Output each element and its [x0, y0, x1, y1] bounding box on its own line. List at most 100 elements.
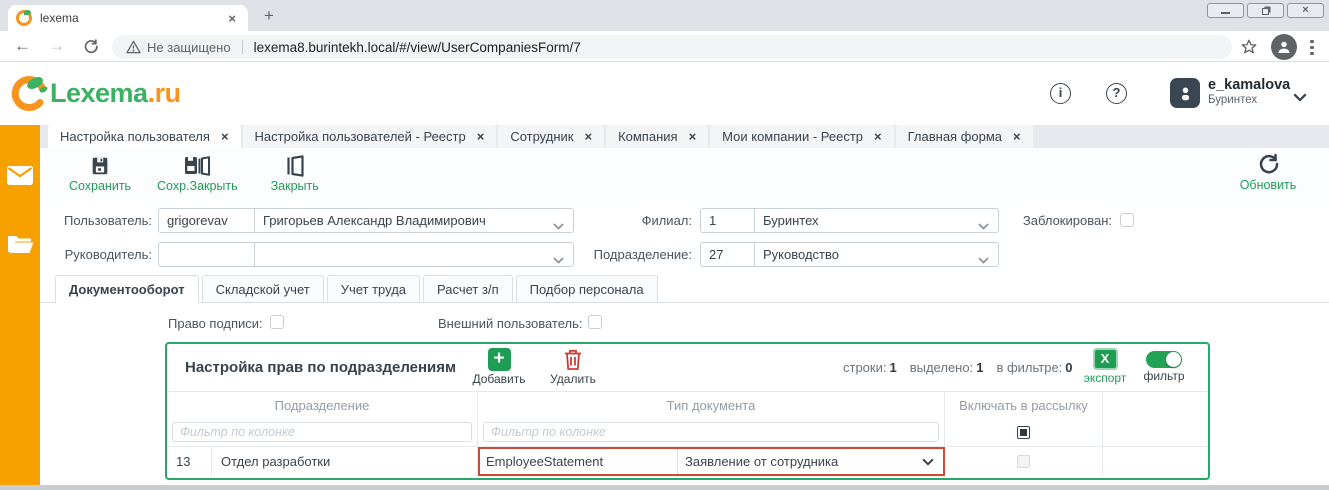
window-controls: × [1207, 3, 1324, 18]
username-label: e_kamalova [1208, 77, 1290, 93]
tab-main-form[interactable]: Главная форма × [896, 125, 1033, 148]
add-row-button[interactable]: + Добавить [467, 348, 531, 386]
department-label: Подразделение: [585, 242, 692, 267]
save-button[interactable]: Сохранить [65, 155, 135, 193]
browser-tab-title: lexema [40, 11, 224, 25]
row-number-cell[interactable]: 13 [167, 447, 212, 476]
document-flow-panel: Право подписи: Внешний пользователь: Нас… [40, 303, 1329, 490]
window-maximize-button[interactable] [1247, 3, 1284, 18]
folder-icon[interactable] [7, 234, 34, 259]
toggle-on-icon[interactable] [1146, 351, 1182, 368]
chevron-down-icon [978, 218, 989, 233]
tab-warehouse[interactable]: Складской учет [202, 275, 324, 302]
filter-toggle-button[interactable]: фильтр [1134, 348, 1194, 383]
refresh-button[interactable]: Обновить [1233, 152, 1303, 192]
save-close-button[interactable]: Сохр.Закрыть [157, 155, 238, 193]
tab-employee[interactable]: Сотрудник × [498, 125, 604, 148]
branch-name-value: Буринтех [763, 213, 819, 228]
help-icon[interactable]: ? [1106, 83, 1127, 104]
tab-my-companies-registry[interactable]: Мои компании - Реестр × [710, 125, 893, 148]
warning-icon [126, 40, 141, 54]
url-text[interactable]: lexema8.burintekh.local/#/view/UserCompa… [254, 40, 581, 55]
security-warning-label[interactable]: Не защищено [147, 40, 231, 55]
tab-company[interactable]: Компания × [606, 125, 708, 148]
column-header-department[interactable]: Подразделение [167, 392, 478, 418]
tab-close-icon[interactable]: × [477, 129, 485, 144]
tab-close-icon[interactable]: × [221, 129, 229, 144]
company-label: Буринтех [1208, 94, 1290, 106]
tab-user-settings[interactable]: Настройка пользователя × [48, 125, 241, 148]
tab-close-icon[interactable]: × [584, 129, 592, 144]
branch-code-input[interactable] [700, 208, 756, 233]
row-department-cell[interactable]: Отдел разработки [212, 447, 478, 476]
tab-payroll[interactable]: Расчет з/п [423, 275, 513, 302]
mailing-checkbox-disabled[interactable] [1017, 455, 1030, 468]
chevron-down-icon [978, 252, 989, 267]
tab-document-flow[interactable]: Документооборот [55, 275, 199, 302]
department-rights-grid: Настройка прав по подразделениям + Добав… [165, 342, 1210, 480]
tab-user-settings-registry[interactable]: Настройка пользователей - Реестр × [243, 125, 497, 148]
tab-label: Сотрудник [510, 129, 573, 144]
url-field[interactable]: Не защищено lexema8.burintekh.local/#/vi… [112, 35, 1232, 59]
refresh-icon [1256, 152, 1280, 176]
forward-icon: → [48, 35, 65, 57]
browser-menu-icon[interactable] [1310, 37, 1314, 58]
browser-tab-close-icon[interactable]: × [224, 11, 240, 26]
filter-input-doc-type[interactable] [483, 422, 939, 442]
tab-label: Компания [618, 129, 678, 144]
refresh-label: Обновить [1240, 178, 1297, 192]
tab-close-icon[interactable]: × [689, 129, 697, 144]
filtered-count: в фильтре:0 [996, 360, 1072, 375]
branch-label: Филиал: [585, 208, 692, 233]
blocked-checkbox[interactable] [1120, 213, 1134, 227]
doc-type-code[interactable]: EmployeeStatement [480, 449, 678, 474]
chevron-down-icon[interactable] [922, 454, 934, 469]
browser-tab[interactable]: lexema × [8, 5, 248, 31]
branch-name-select[interactable]: Буринтех [754, 208, 999, 233]
user-avatar[interactable] [1170, 78, 1200, 108]
chevron-down-icon [553, 218, 564, 233]
mail-icon[interactable] [7, 166, 33, 190]
sign-right-checkbox[interactable] [270, 315, 284, 329]
window-close-button[interactable]: × [1287, 3, 1324, 18]
horizontal-scrollbar[interactable] [0, 485, 1329, 490]
filter-input-department[interactable] [172, 422, 472, 442]
save-label: Сохранить [69, 179, 131, 193]
lexema-logo-icon [10, 75, 48, 111]
department-code-input[interactable] [700, 242, 756, 267]
column-header-doc-type[interactable]: Тип документа [478, 392, 945, 418]
back-icon[interactable]: ← [14, 35, 31, 57]
new-tab-button[interactable]: + [256, 5, 282, 27]
department-name-select[interactable]: Руководство [754, 242, 999, 267]
window-minimize-button[interactable] [1207, 3, 1244, 18]
table-row[interactable]: 13 Отдел разработки EmployeeStatement За… [167, 446, 1208, 476]
left-sidebar [0, 125, 40, 490]
filter-mailing-checkbox[interactable] [1017, 426, 1030, 439]
tab-close-icon[interactable]: × [1013, 129, 1021, 144]
department-name-value: Руководство [763, 247, 839, 262]
browser-address-bar: ← → Не защищено lexema8.burintekh.local/… [0, 31, 1329, 62]
user-name-select[interactable]: Григорьев Александр Владимирович [254, 208, 574, 233]
tab-recruiting[interactable]: Подбор персонала [516, 275, 658, 302]
tab-labor[interactable]: Учет труда [327, 275, 420, 302]
delete-row-button[interactable]: Удалить [541, 348, 605, 386]
doc-type-name[interactable]: Заявление от сотрудника [678, 454, 922, 469]
row-doc-type-cell-editing[interactable]: EmployeeStatement Заявление от сотрудник… [478, 447, 945, 476]
export-excel-button[interactable]: X экспорт [1075, 348, 1135, 385]
manager-name-select[interactable] [254, 242, 574, 267]
bookmark-star-icon[interactable] [1240, 38, 1258, 61]
reload-icon[interactable] [82, 38, 99, 61]
user-code-input[interactable] [158, 208, 256, 233]
info-icon[interactable]: i [1050, 83, 1071, 104]
external-user-checkbox[interactable] [588, 315, 602, 329]
user-menu-chevron-down-icon[interactable] [1293, 89, 1307, 107]
tab-close-icon[interactable]: × [874, 129, 882, 144]
logo-text: Lexema.ru [50, 78, 181, 109]
manager-code-input[interactable] [158, 242, 256, 267]
column-header-mailing[interactable]: Включать в рассылку [945, 392, 1103, 418]
user-info[interactable]: e_kamalova Буринтех [1208, 77, 1290, 106]
filter-label: фильтр [1143, 369, 1184, 383]
browser-profile-avatar[interactable] [1271, 34, 1297, 60]
close-button[interactable]: Закрыть [260, 155, 330, 193]
lexema-logo[interactable]: Lexema.ru [10, 75, 181, 111]
